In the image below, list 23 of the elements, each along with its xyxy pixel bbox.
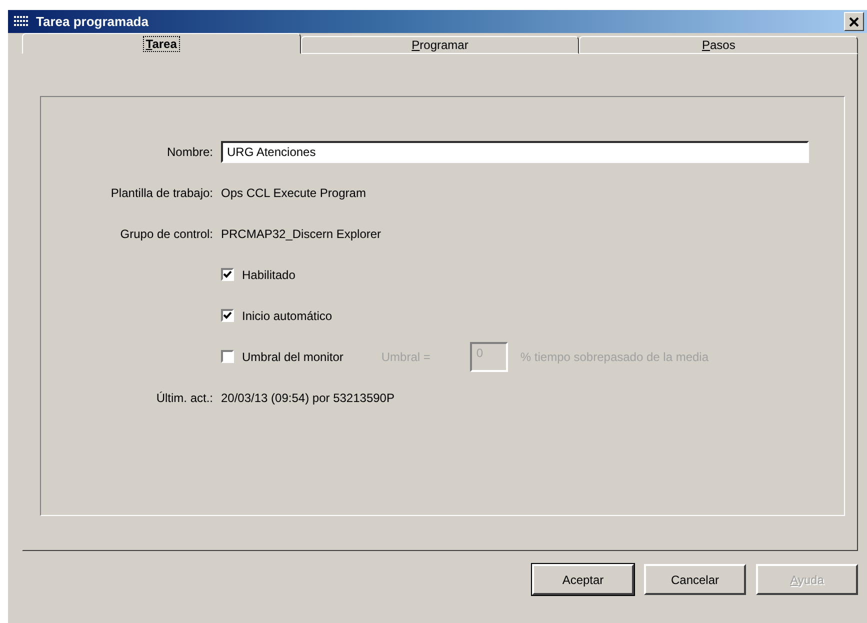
checkbox[interactable] <box>221 309 234 322</box>
field-value: Ops CCL Execute Program <box>221 186 366 200</box>
field-value: PRCMAP32_Discern Explorer <box>221 226 382 240</box>
dialog-button[interactable]: Cancelar <box>644 564 746 595</box>
tab[interactable]: Pasos <box>579 36 858 54</box>
checkbox[interactable] <box>221 268 234 281</box>
window-title: Tarea programada <box>36 14 150 29</box>
checkbox-label: Umbral del monitor <box>242 350 344 364</box>
tab[interactable]: Programar <box>300 36 580 54</box>
checkbox-label: Habilitado <box>242 268 296 282</box>
field-label: Últim. act.: <box>156 390 213 404</box>
field-value: 20/03/13 (09:54) por 53213590P <box>221 390 394 404</box>
field-label: Plantilla de trabajo: <box>110 186 213 200</box>
close-button[interactable] <box>844 12 864 31</box>
app-icon <box>14 16 30 28</box>
name-field[interactable]: URG Atenciones <box>221 140 809 162</box>
close-icon <box>849 16 859 26</box>
checkbox[interactable] <box>221 350 234 363</box>
dialog-button[interactable]: Aceptar <box>532 564 634 595</box>
checkbox-label: Inicio automático <box>242 308 332 322</box>
tab[interactable]: Tarea <box>22 33 301 54</box>
field-label: Grupo de control: <box>120 226 213 240</box>
field-label: Nombre: <box>166 144 213 158</box>
